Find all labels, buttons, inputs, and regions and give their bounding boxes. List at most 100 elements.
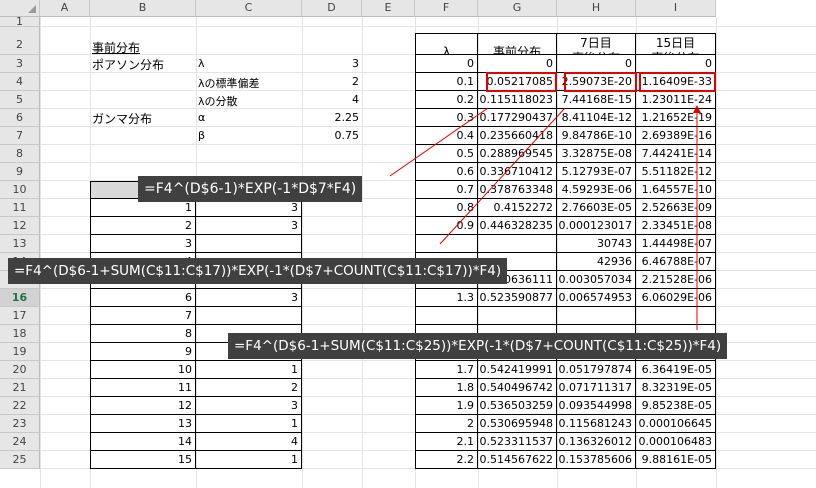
column-header-i[interactable]: I (636, 0, 716, 17)
row-header-11[interactable]: 11 (0, 199, 40, 217)
right-cell-g[interactable]: 0.536503259 (478, 397, 557, 415)
right-cell-lam[interactable]: 1.7 (415, 361, 478, 379)
right-cell-i[interactable]: 0 (636, 55, 716, 73)
right-cell-i[interactable]: 6.36419E-05 (636, 361, 716, 379)
column-header-c[interactable]: C (196, 0, 302, 17)
right-cell-lam[interactable]: 0.4 (415, 127, 478, 145)
table-cell-day[interactable]: 3 (90, 235, 196, 253)
right-cell-i[interactable]: 2.33451E-08 (636, 217, 716, 235)
right-cell-h[interactable]: 8.41104E-12 (557, 109, 636, 127)
right-cell-h[interactable]: 0 (557, 55, 636, 73)
right-cell-i[interactable]: 0.000106483 (636, 433, 716, 451)
table-cell-return[interactable]: 3 (196, 397, 302, 415)
column-header-h[interactable]: H (557, 0, 636, 17)
table-cell-day[interactable]: 8 (90, 325, 196, 343)
table-cell-day[interactable]: 6 (90, 289, 196, 307)
table-cell-return[interactable] (196, 235, 302, 253)
right-cell-i[interactable]: 2.69389E-16 (636, 127, 716, 145)
right-cell-g[interactable]: 0.540496742 (478, 379, 557, 397)
right-cell-h[interactable]: 5.12793E-07 (557, 163, 636, 181)
row-header-21[interactable]: 21 (0, 379, 40, 397)
right-cell-h[interactable]: 7.44168E-15 (557, 91, 636, 109)
table-cell-return[interactable] (196, 307, 302, 325)
right-cell-lam[interactable]: 2.1 (415, 433, 478, 451)
right-cell-g[interactable]: 0.336710412 (478, 163, 557, 181)
row-header-19[interactable]: 19 (0, 343, 40, 361)
right-cell-g[interactable]: 0.542419991 (478, 361, 557, 379)
row-header-13[interactable]: 13 (0, 235, 40, 253)
table-cell-day[interactable]: 12 (90, 397, 196, 415)
table-cell-return[interactable]: 1 (196, 361, 302, 379)
right-cell-h[interactable]: 2.76603E-05 (557, 199, 636, 217)
right-cell-h[interactable]: 0.153785606 (557, 451, 636, 469)
row-header-23[interactable]: 23 (0, 415, 40, 433)
right-cell-g[interactable]: 0.514567622 (478, 451, 557, 469)
row-header-24[interactable]: 24 (0, 433, 40, 451)
right-cell-i[interactable]: 7.44241E-14 (636, 145, 716, 163)
right-cell-h[interactable]: 0.093544998 (557, 397, 636, 415)
right-cell-i[interactable]: 1.23011E-24 (636, 91, 716, 109)
right-cell-i[interactable]: 6.06029E-06 (636, 289, 716, 307)
right-cell-g[interactable]: 0.4152272 (478, 199, 557, 217)
table-cell-return[interactable]: 3 (196, 289, 302, 307)
row-header-3[interactable]: 3 (0, 55, 40, 73)
table-cell-day[interactable]: 7 (90, 307, 196, 325)
right-cell-lam[interactable]: 0.5 (415, 145, 478, 163)
right-cell-i[interactable]: 0.000106645 (636, 415, 716, 433)
row-header-2[interactable]: 2 (0, 27, 40, 55)
column-header-d[interactable]: D (302, 0, 362, 17)
row-header-1[interactable]: 1 (0, 17, 40, 27)
right-cell-g[interactable]: 0.288969545 (478, 145, 557, 163)
right-cell-g[interactable]: 0.115118023 (478, 91, 557, 109)
column-header-f[interactable]: F (415, 0, 478, 17)
right-cell-h[interactable]: 30743 (557, 235, 636, 253)
table-cell-day[interactable]: 10 (90, 361, 196, 379)
row-header-9[interactable]: 9 (0, 163, 40, 181)
table-cell-return[interactable]: 3 (196, 217, 302, 235)
column-header-a[interactable]: A (40, 0, 90, 17)
right-cell-lam[interactable] (415, 235, 478, 253)
row-header-10[interactable]: 10 (0, 181, 40, 199)
row-header-12[interactable]: 12 (0, 217, 40, 235)
right-cell-h[interactable]: 0.003057034 (557, 271, 636, 289)
right-cell-i[interactable]: 1.64557E-10 (636, 181, 716, 199)
table-cell-day[interactable]: 2 (90, 217, 196, 235)
right-cell-h[interactable]: 9.84786E-10 (557, 127, 636, 145)
right-cell-g[interactable]: 0.235660418 (478, 127, 557, 145)
right-cell-lam[interactable]: 2.2 (415, 451, 478, 469)
right-cell-g[interactable]: 0.523590877 (478, 289, 557, 307)
right-cell-i[interactable] (636, 307, 716, 325)
right-cell-h[interactable]: 0.000123017 (557, 217, 636, 235)
table-cell-day[interactable]: 13 (90, 415, 196, 433)
right-cell-g[interactable] (478, 235, 557, 253)
right-cell-lam[interactable]: 0.8 (415, 199, 478, 217)
right-cell-g[interactable]: 0 (478, 55, 557, 73)
right-cell-lam[interactable]: 0.9 (415, 217, 478, 235)
row-header-8[interactable]: 8 (0, 145, 40, 163)
row-header-4[interactable]: 4 (0, 73, 40, 91)
right-cell-lam[interactable]: 2 (415, 415, 478, 433)
right-cell-h[interactable]: 4.59293E-06 (557, 181, 636, 199)
right-cell-i[interactable]: 1.44498E-07 (636, 235, 716, 253)
right-cell-i[interactable]: 5.51182E-12 (636, 163, 716, 181)
right-cell-lam[interactable]: 0.2 (415, 91, 478, 109)
right-cell-h[interactable]: 0.115681243 (557, 415, 636, 433)
table-cell-day[interactable]: 15 (90, 451, 196, 469)
right-cell-i[interactable]: 6.46788E-07 (636, 253, 716, 271)
right-cell-h[interactable]: 0.006574953 (557, 289, 636, 307)
right-cell-lam[interactable]: 0.7 (415, 181, 478, 199)
column-header-b[interactable]: B (90, 0, 196, 17)
row-header-18[interactable]: 18 (0, 325, 40, 343)
right-cell-h[interactable]: 0.071711317 (557, 379, 636, 397)
right-cell-h[interactable]: 3.32875E-08 (557, 145, 636, 163)
right-cell-lam[interactable]: 0 (415, 55, 478, 73)
right-cell-i[interactable]: 1.21652E-19 (636, 109, 716, 127)
right-cell-lam[interactable]: 0.1 (415, 73, 478, 91)
table-cell-return[interactable]: 1 (196, 451, 302, 469)
right-cell-i[interactable]: 9.85238E-05 (636, 397, 716, 415)
right-cell-i[interactable]: 9.88161E-05 (636, 451, 716, 469)
right-cell-lam[interactable]: 0.3 (415, 109, 478, 127)
right-cell-i[interactable]: 2.52663E-09 (636, 199, 716, 217)
right-cell-lam[interactable]: 1.9 (415, 397, 478, 415)
right-cell-g[interactable]: 0.523311537 (478, 433, 557, 451)
